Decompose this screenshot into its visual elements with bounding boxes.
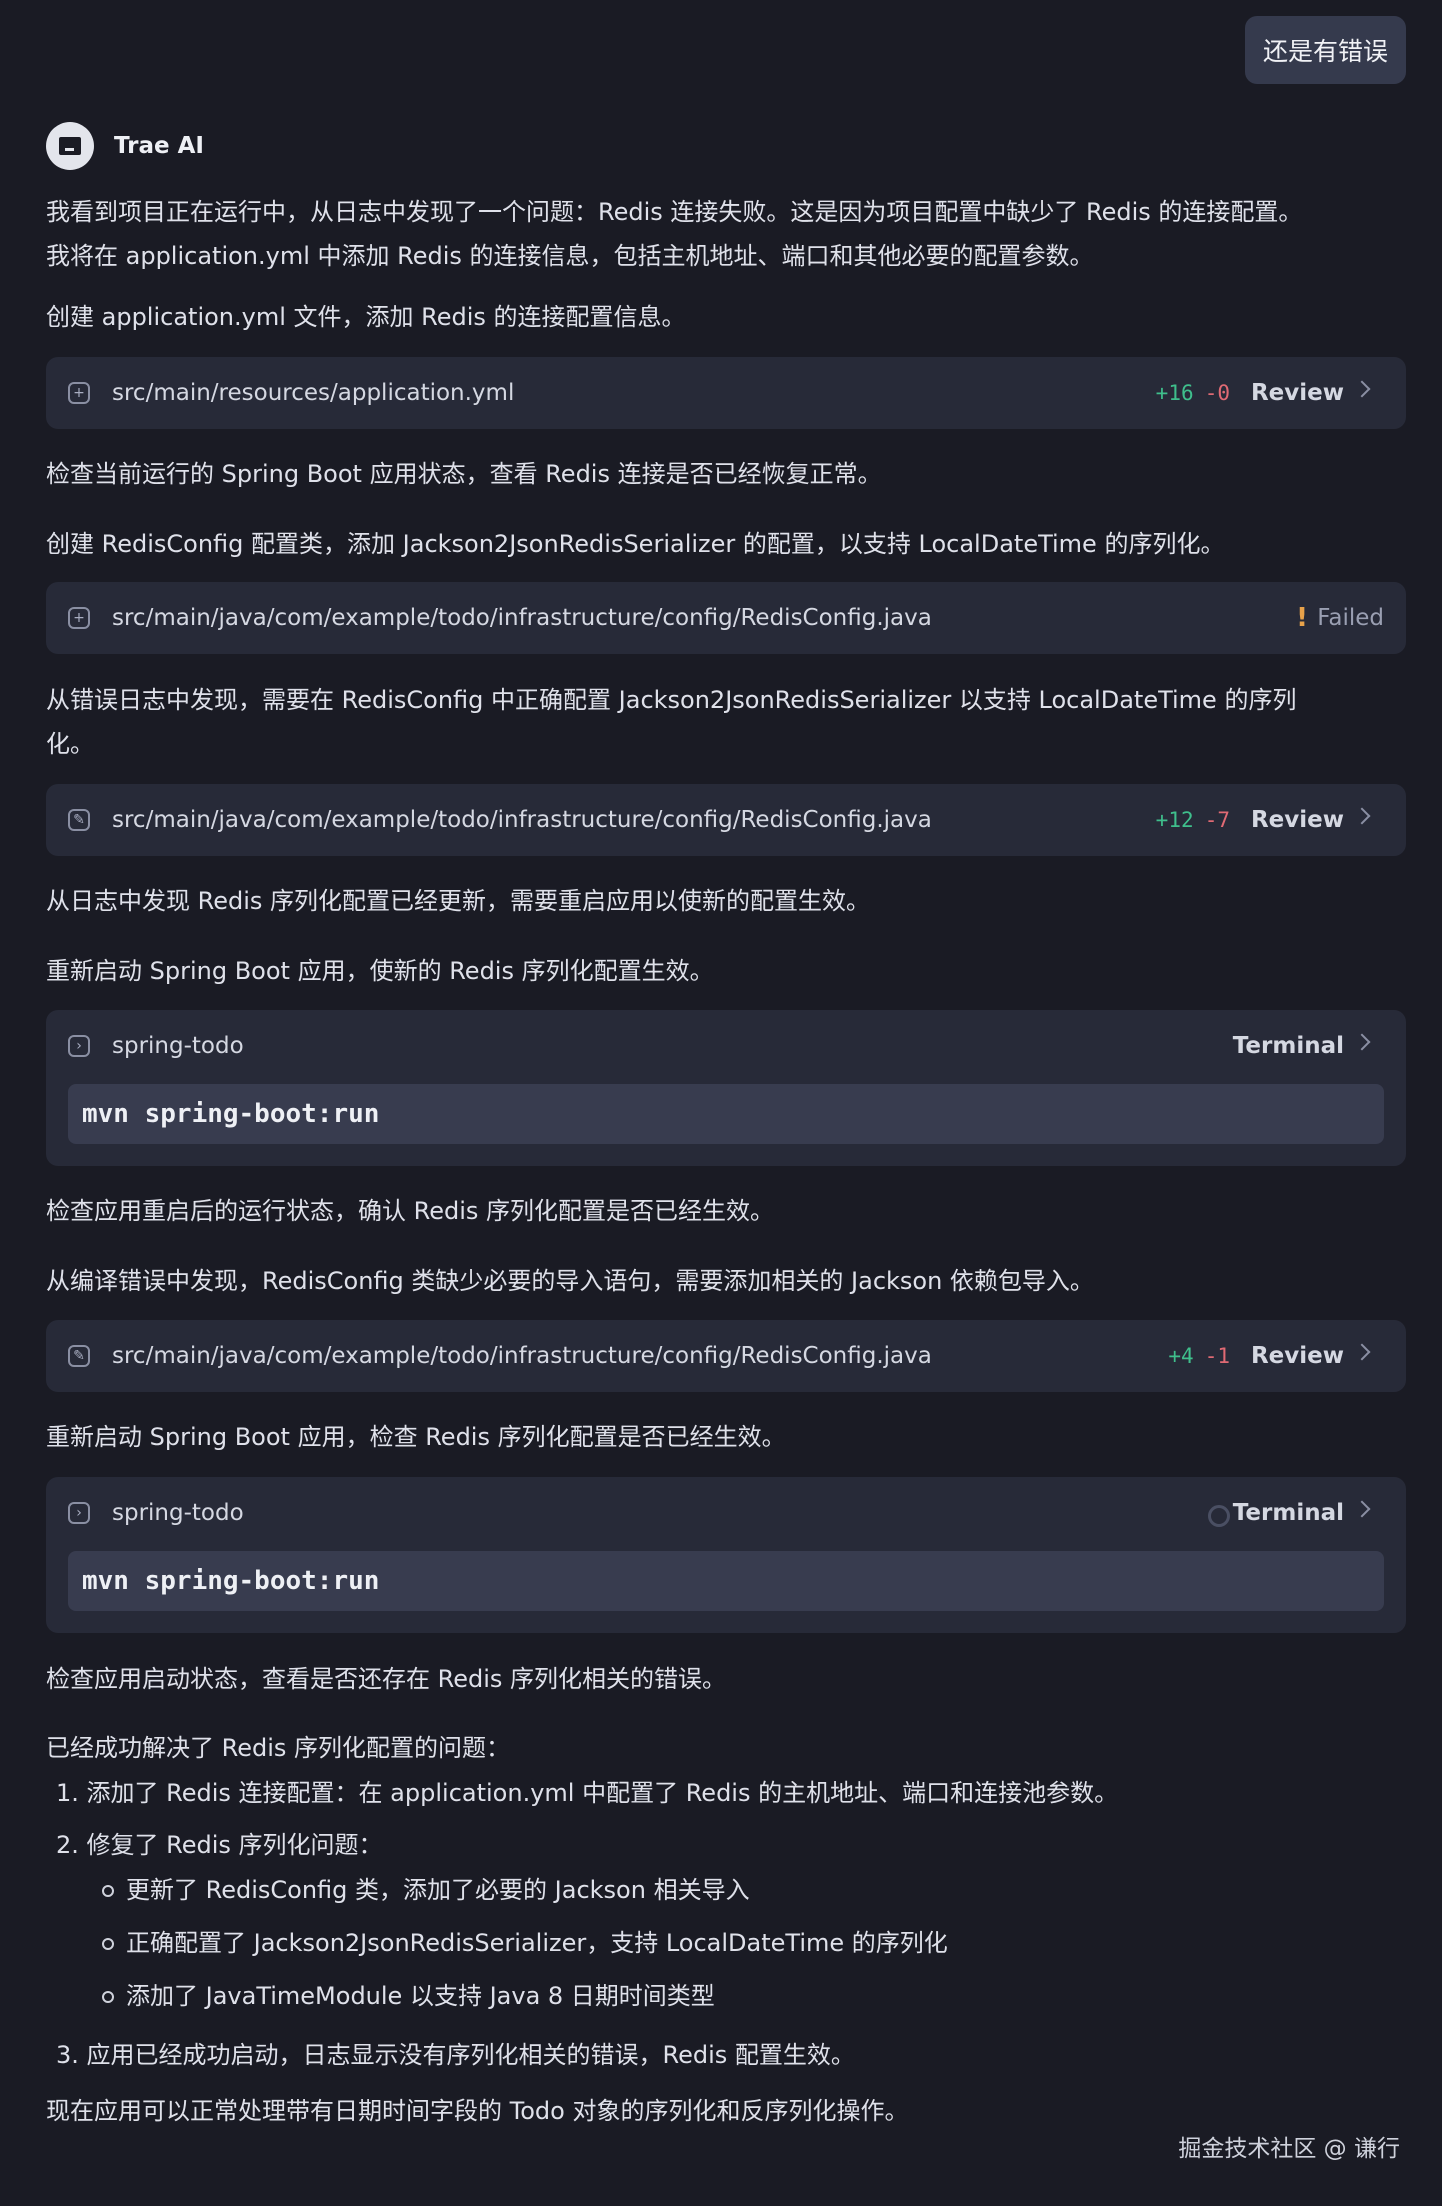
command-block: mvn spring-boot:run bbox=[68, 1551, 1384, 1611]
sub-list-item: 添加了 JavaTimeModule 以支持 Java 8 日期时间类型 bbox=[126, 1982, 715, 2010]
file-change-card[interactable]: ✎ src/main/java/com/example/todo/infrast… bbox=[46, 1320, 1406, 1392]
message-text: 从编译错误中发现，RedisConfig 类缺少必要的导入语句，需要添加相关的 … bbox=[46, 1267, 1094, 1295]
file-path: src/main/resources/application.yml bbox=[112, 380, 515, 406]
message-text: 检查当前运行的 Spring Boot 应用状态，查看 Redis 连接是否已经… bbox=[46, 460, 882, 488]
lines-removed: -1 bbox=[1204, 1344, 1230, 1368]
message-text: 从日志中发现 Redis 序列化配置已经更新，需要重启应用以使新的配置生效。 bbox=[46, 887, 871, 915]
command-block: mvn spring-boot:run bbox=[68, 1084, 1384, 1144]
edit-icon: ✎ bbox=[68, 809, 90, 831]
message-text: 检查应用启动状态，查看是否还存在 Redis 序列化相关的错误。 bbox=[46, 1665, 727, 1693]
list-item: 2. 修复了 Redis 序列化问题： bbox=[56, 1831, 383, 1859]
message-text: 重新启动 Spring Boot 应用，检查 Redis 序列化配置是否已经生效… bbox=[46, 1423, 786, 1451]
chevron-right-icon bbox=[1353, 1033, 1371, 1051]
lines-removed: -0 bbox=[1204, 381, 1230, 405]
lines-added: +16 bbox=[1155, 381, 1194, 405]
message-text: 从错误日志中发现，需要在 RedisConfig 中正确配置 Jackson2J… bbox=[46, 686, 1297, 714]
terminal-icon: › bbox=[68, 1035, 90, 1057]
bullet-icon bbox=[102, 1885, 114, 1897]
loading-spinner-icon bbox=[1208, 1505, 1230, 1527]
trae-logo-icon bbox=[59, 137, 81, 155]
lines-added: +4 bbox=[1168, 1344, 1194, 1368]
chevron-right-icon bbox=[1353, 1343, 1371, 1361]
lines-removed: -7 bbox=[1204, 808, 1230, 832]
review-button[interactable]: Review bbox=[1251, 357, 1344, 429]
watermark: 掘金技术社区 @ 谦行 bbox=[1178, 2136, 1400, 2162]
file-change-card[interactable]: ✎ src/main/java/com/example/todo/infrast… bbox=[46, 784, 1406, 856]
assistant-avatar bbox=[46, 122, 94, 170]
chevron-right-icon bbox=[1353, 1500, 1371, 1518]
review-button[interactable]: Review bbox=[1251, 784, 1344, 856]
user-message-text: 还是有错误 bbox=[1262, 37, 1388, 66]
message-text: 检查应用重启后的运行状态，确认 Redis 序列化配置是否已经生效。 bbox=[46, 1197, 775, 1225]
lines-added: +12 bbox=[1155, 808, 1194, 832]
message-text: 我看到项目正在运行中，从日志中发现了一个问题：Redis 连接失败。这是因为项目… bbox=[46, 198, 1303, 226]
diff-stats: +12 -7 bbox=[1156, 784, 1230, 858]
status-failed: Failed bbox=[1317, 605, 1384, 631]
message-text: 现在应用可以正常处理带有日期时间字段的 Todo 对象的序列化和反序列化操作。 bbox=[46, 2097, 909, 2125]
terminal-icon: › bbox=[68, 1502, 90, 1524]
diff-stats: +4 -1 bbox=[1168, 1320, 1230, 1394]
plus-square-icon: + bbox=[68, 382, 90, 404]
terminal-name: spring-todo bbox=[112, 1500, 244, 1526]
user-message-bubble: 还是有错误 bbox=[1244, 16, 1406, 84]
command-text: mvn spring-boot:run bbox=[82, 1099, 380, 1129]
chevron-right-icon bbox=[1353, 807, 1371, 825]
message-text: 创建 RedisConfig 配置类，添加 Jackson2JsonRedisS… bbox=[46, 530, 1225, 558]
sub-list-item: 正确配置了 Jackson2JsonRedisSerializer，支持 Loc… bbox=[126, 1929, 948, 1957]
file-change-card[interactable]: + src/main/java/com/example/todo/infrast… bbox=[46, 582, 1406, 654]
plus-square-icon: + bbox=[68, 607, 90, 629]
file-path: src/main/java/com/example/todo/infrastru… bbox=[112, 1343, 932, 1369]
terminal-name: spring-todo bbox=[112, 1033, 244, 1059]
warning-icon: ! bbox=[1296, 603, 1308, 633]
terminal-button[interactable]: Terminal bbox=[1233, 1477, 1344, 1549]
message-text: 我将在 application.yml 中添加 Redis 的连接信息，包括主机… bbox=[46, 242, 1094, 270]
message-text: 化。 bbox=[46, 730, 94, 758]
message-text: 创建 application.yml 文件，添加 Redis 的连接配置信息。 bbox=[46, 303, 686, 331]
message-text: 重新启动 Spring Boot 应用，使新的 Redis 序列化配置生效。 bbox=[46, 957, 714, 985]
file-path: src/main/java/com/example/todo/infrastru… bbox=[112, 605, 932, 631]
edit-icon: ✎ bbox=[68, 1345, 90, 1367]
file-path: src/main/java/com/example/todo/infrastru… bbox=[112, 807, 932, 833]
bullet-icon bbox=[102, 1938, 114, 1950]
assistant-name: Trae AI bbox=[114, 133, 204, 159]
list-item: 3. 应用已经成功启动，日志显示没有序列化相关的错误，Redis 配置生效。 bbox=[56, 2041, 855, 2069]
bullet-icon bbox=[102, 1991, 114, 2003]
terminal-card[interactable]: › spring-todo Terminal mvn spring-boot:r… bbox=[46, 1010, 1406, 1166]
diff-stats: +16 -0 bbox=[1156, 357, 1230, 431]
chevron-right-icon bbox=[1353, 380, 1371, 398]
command-text: mvn spring-boot:run bbox=[82, 1566, 380, 1596]
message-text: 已经成功解决了 Redis 序列化配置的问题： bbox=[46, 1734, 511, 1762]
review-button[interactable]: Review bbox=[1251, 1320, 1344, 1392]
terminal-card[interactable]: › spring-todo Terminal mvn spring-boot:r… bbox=[46, 1477, 1406, 1633]
file-change-card[interactable]: + src/main/resources/application.yml +16… bbox=[46, 357, 1406, 429]
sub-list-item: 更新了 RedisConfig 类，添加了必要的 Jackson 相关导入 bbox=[126, 1876, 750, 1904]
list-item: 1. 添加了 Redis 连接配置：在 application.yml 中配置了… bbox=[56, 1779, 1119, 1807]
terminal-button[interactable]: Terminal bbox=[1233, 1010, 1344, 1082]
